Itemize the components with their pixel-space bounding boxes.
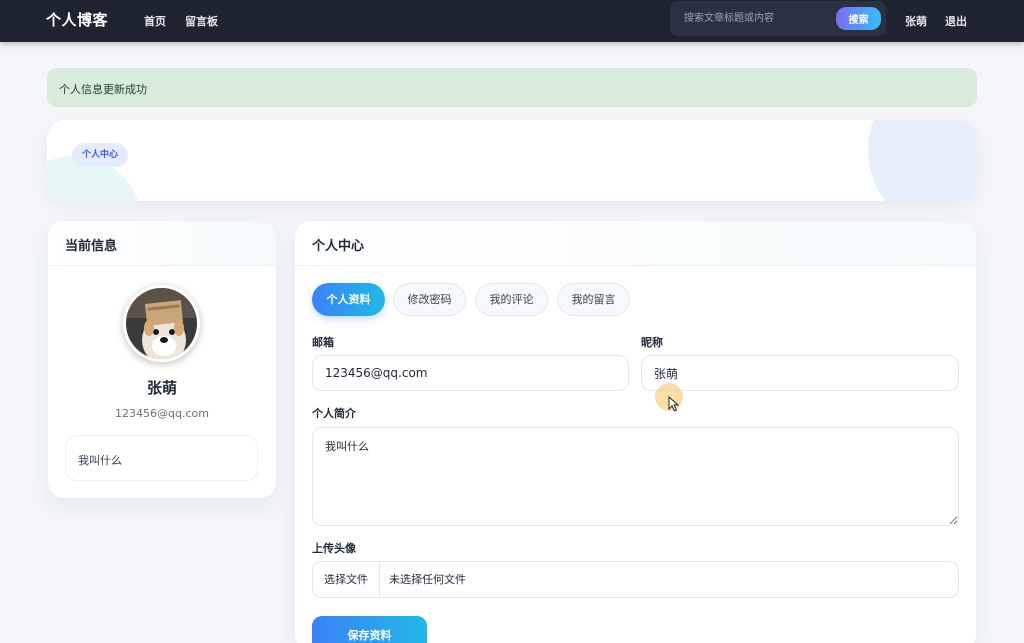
avatar-file-input[interactable]: 选择文件 未选择任何文件 — [312, 561, 959, 598]
banner-chip: 个人中心 — [72, 143, 129, 167]
tab-my-comments[interactable]: 我的评论 — [475, 283, 548, 316]
search-input[interactable] — [676, 5, 834, 31]
profile-bio: 我叫什么 — [65, 435, 258, 481]
file-status-text: 未选择任何文件 — [389, 573, 466, 586]
logout-link[interactable]: 退出 — [945, 13, 967, 29]
profile-name: 张萌 — [146, 379, 177, 397]
personal-center-card: 个人中心 个人资料 修改密码 我的评论 我的留言 邮箱 昵称 个人简介 我叫什么… — [295, 221, 976, 643]
email-label: 邮箱 — [312, 336, 334, 349]
dog-avatar-icon — [126, 288, 197, 359]
nickname-field[interactable] — [641, 355, 959, 391]
top-navbar: 个人博客 首页 留言板 搜索 张萌 退出 — [0, 0, 1024, 42]
save-profile-button[interactable]: 保存资料 — [312, 616, 427, 643]
nav-link-home[interactable]: 首页 — [144, 13, 166, 29]
tab-change-password[interactable]: 修改密码 — [393, 283, 466, 316]
bio-textarea[interactable]: 我叫什么 — [312, 427, 959, 526]
site-brand[interactable]: 个人博客 — [46, 9, 108, 30]
nickname-label: 昵称 — [641, 336, 663, 349]
tab-my-messages[interactable]: 我的留言 — [557, 283, 630, 316]
search-button[interactable]: 搜索 — [836, 7, 881, 30]
choose-file-button[interactable]: 选择文件 — [313, 562, 380, 597]
profile-info-card: 当前信息 张萌 123456@qq.com 我叫什么 — [48, 221, 276, 498]
decorative-blob — [868, 120, 977, 201]
tab-profile[interactable]: 个人资料 — [312, 283, 385, 316]
email-field[interactable] — [312, 355, 629, 391]
mouse-cursor-icon — [668, 396, 680, 412]
nav-link-guestbook[interactable]: 留言板 — [185, 13, 218, 29]
bio-label: 个人简介 — [312, 407, 356, 420]
card-title: 当前信息 — [48, 221, 276, 266]
avatar — [123, 285, 200, 362]
page-banner: 个人中心 — [47, 120, 977, 201]
avatar-upload-label: 上传头像 — [312, 542, 356, 555]
nav-user-name[interactable]: 张萌 — [905, 13, 927, 29]
success-alert: 个人信息更新成功 — [47, 68, 977, 107]
profile-email: 123456@qq.com — [115, 407, 209, 420]
card-title: 个人中心 — [295, 221, 976, 266]
